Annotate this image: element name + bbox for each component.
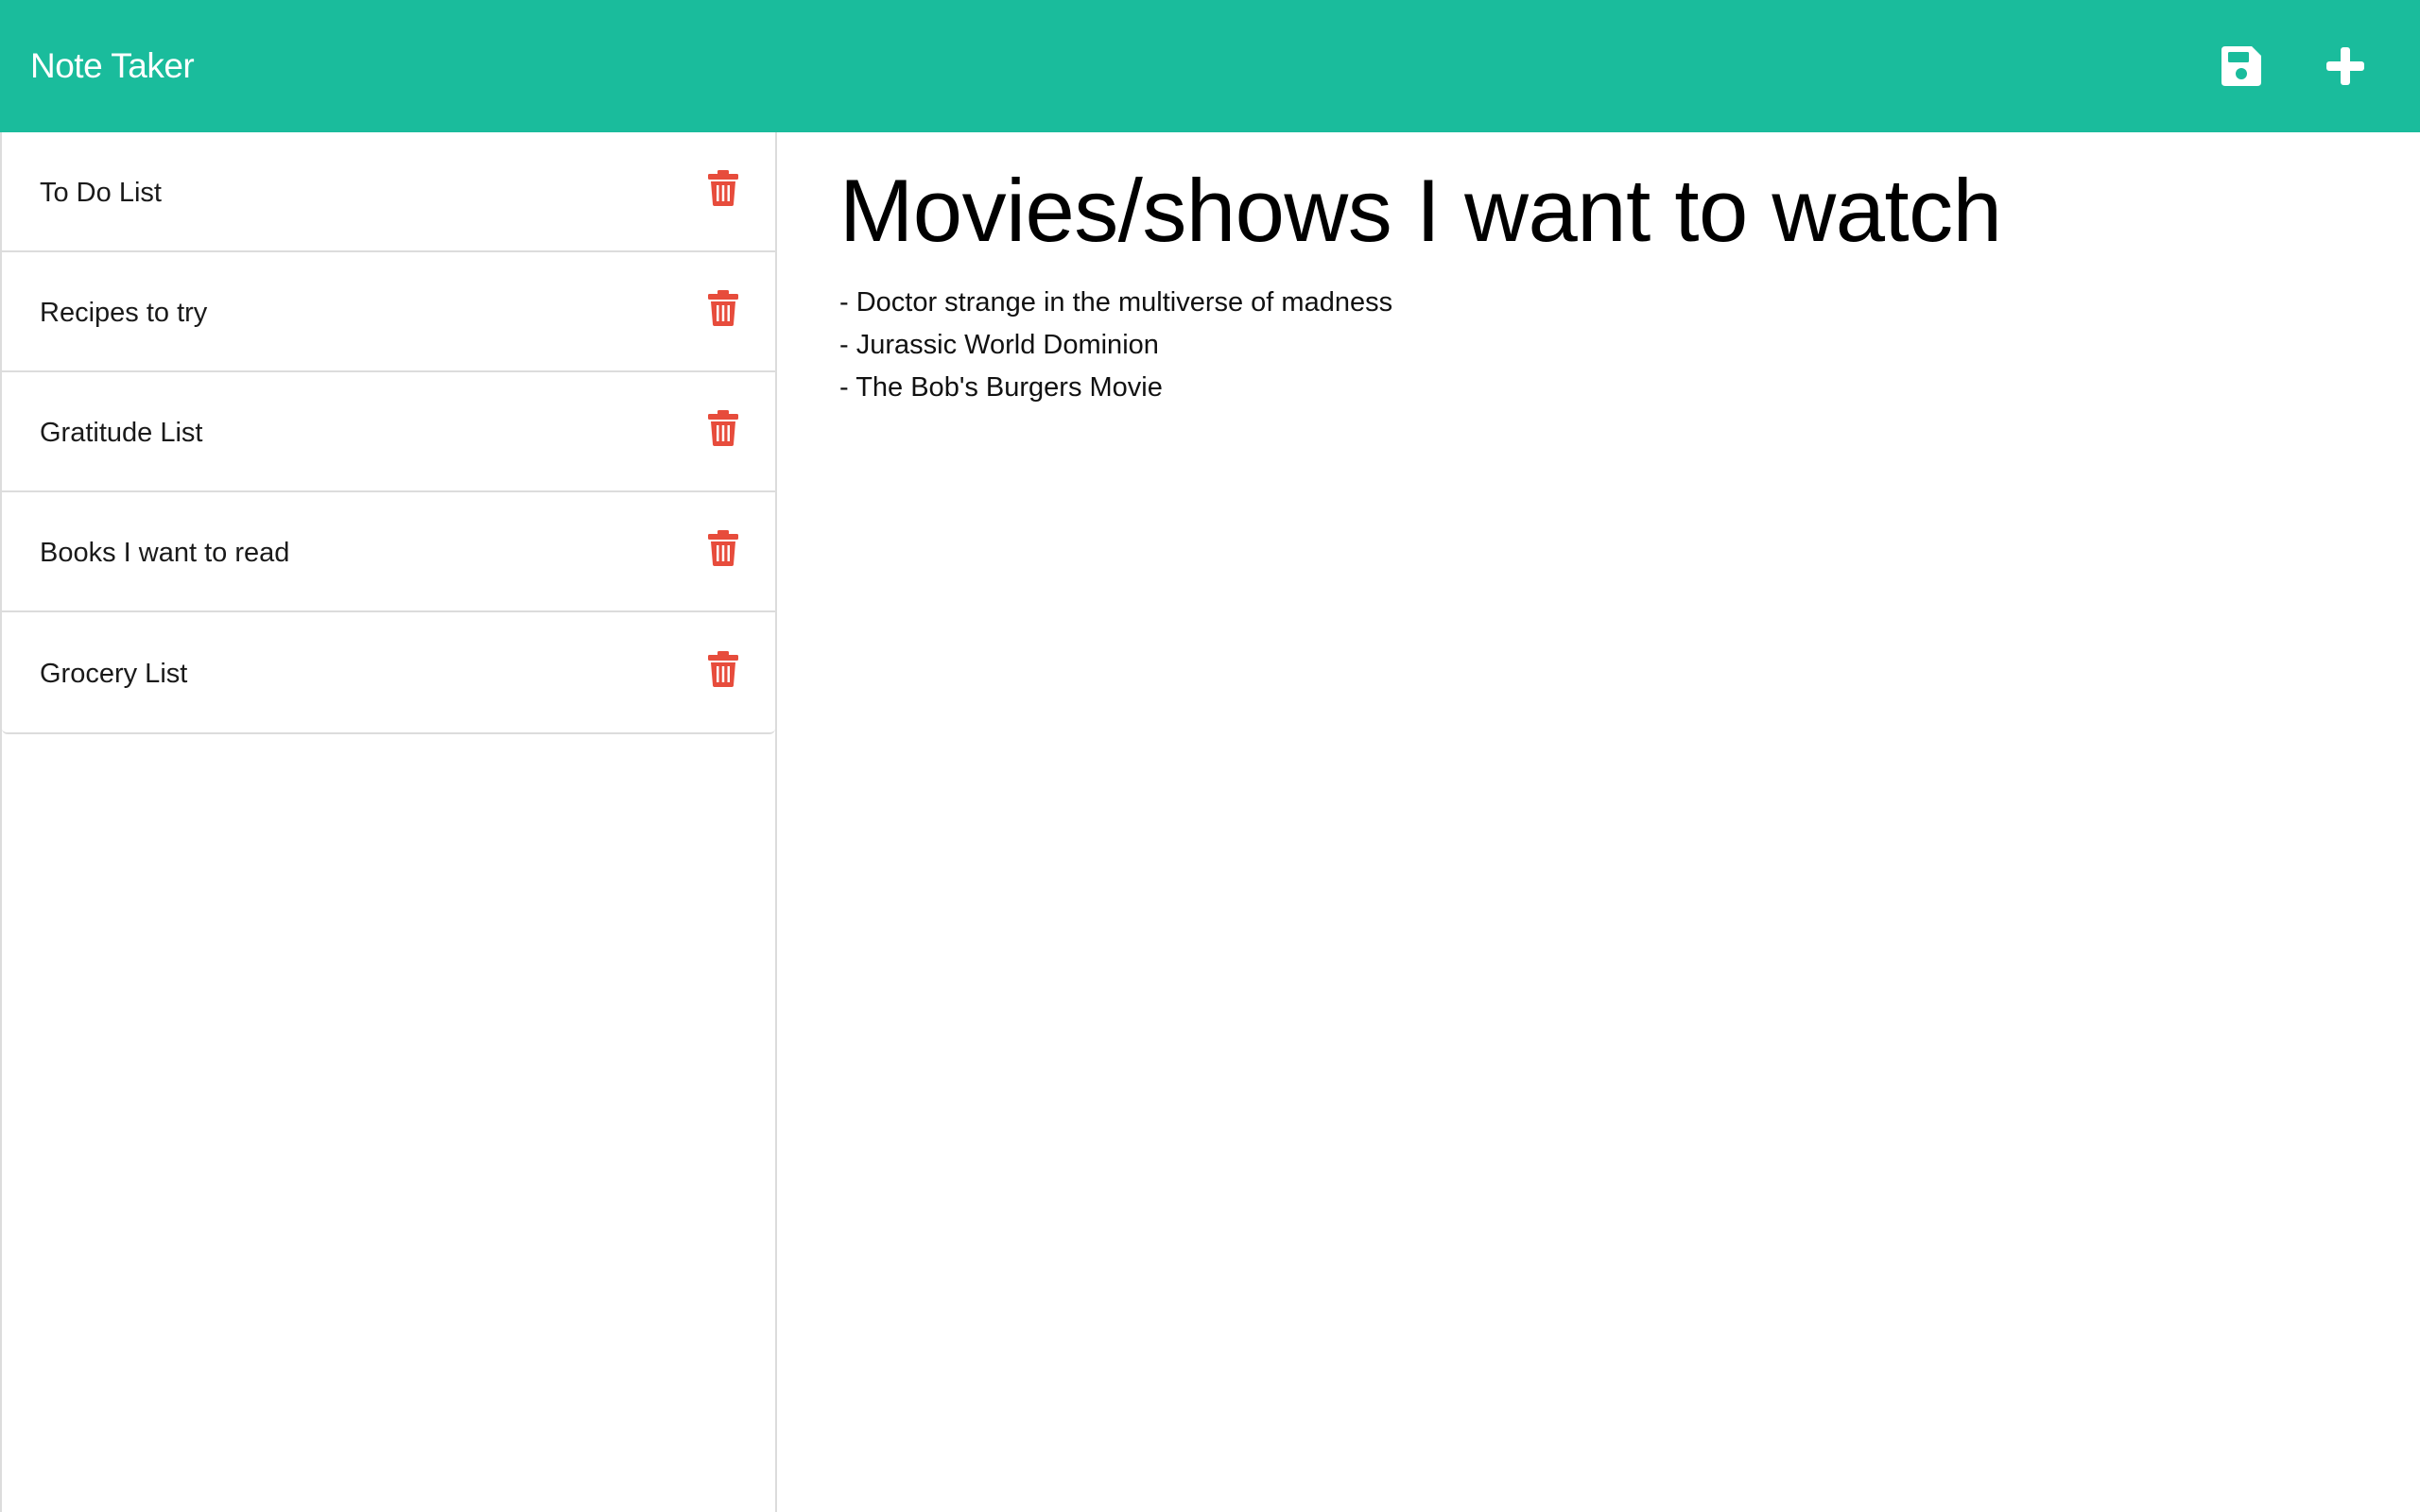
note-list-item-title: Recipes to try bbox=[40, 298, 208, 328]
trash-icon[interactable] bbox=[707, 409, 739, 447]
trash-icon[interactable] bbox=[707, 169, 739, 207]
note-title-input[interactable]: Movies/shows I want to watch bbox=[839, 153, 2358, 268]
trash-icon[interactable] bbox=[707, 650, 739, 688]
trash-icon[interactable] bbox=[707, 289, 739, 327]
note-editor: Movies/shows I want to watch - Doctor st… bbox=[777, 132, 2420, 1512]
note-list-item[interactable]: Grocery List bbox=[2, 612, 775, 732]
note-list-item[interactable]: Gratitude List bbox=[2, 372, 775, 492]
note-list-item-title: Gratitude List bbox=[40, 418, 203, 448]
app-title[interactable]: Note Taker bbox=[30, 46, 195, 86]
notes-sidebar: To Do List Recipes to try Gratitude List… bbox=[0, 132, 777, 1512]
note-list-item-title: To Do List bbox=[40, 178, 162, 208]
note-text-area[interactable]: - Doctor strange in the multiverse of ma… bbox=[839, 282, 2358, 409]
save-note-button[interactable] bbox=[2218, 43, 2265, 90]
new-note-button[interactable] bbox=[2322, 43, 2369, 90]
note-list: To Do List Recipes to try Gratitude List… bbox=[2, 132, 775, 734]
trash-icon[interactable] bbox=[707, 529, 739, 567]
note-text-line: - The Bob's Burgers Movie bbox=[839, 372, 1163, 404]
note-list-item[interactable]: Recipes to try bbox=[2, 252, 775, 372]
nav-actions bbox=[2218, 43, 2369, 90]
note-text-line: - Jurassic World Dominion bbox=[839, 330, 1159, 361]
plus-icon bbox=[2326, 47, 2364, 85]
floppy-disk-icon bbox=[2221, 46, 2261, 86]
note-list-item-title: Grocery List bbox=[40, 659, 188, 689]
navbar: Note Taker bbox=[0, 0, 2420, 132]
note-text-line: - Doctor strange in the multiverse of ma… bbox=[839, 287, 1393, 318]
note-list-item-title: Books I want to read bbox=[40, 538, 290, 568]
note-list-item[interactable]: Books I want to read bbox=[2, 492, 775, 612]
note-list-item[interactable]: To Do List bbox=[2, 132, 775, 252]
